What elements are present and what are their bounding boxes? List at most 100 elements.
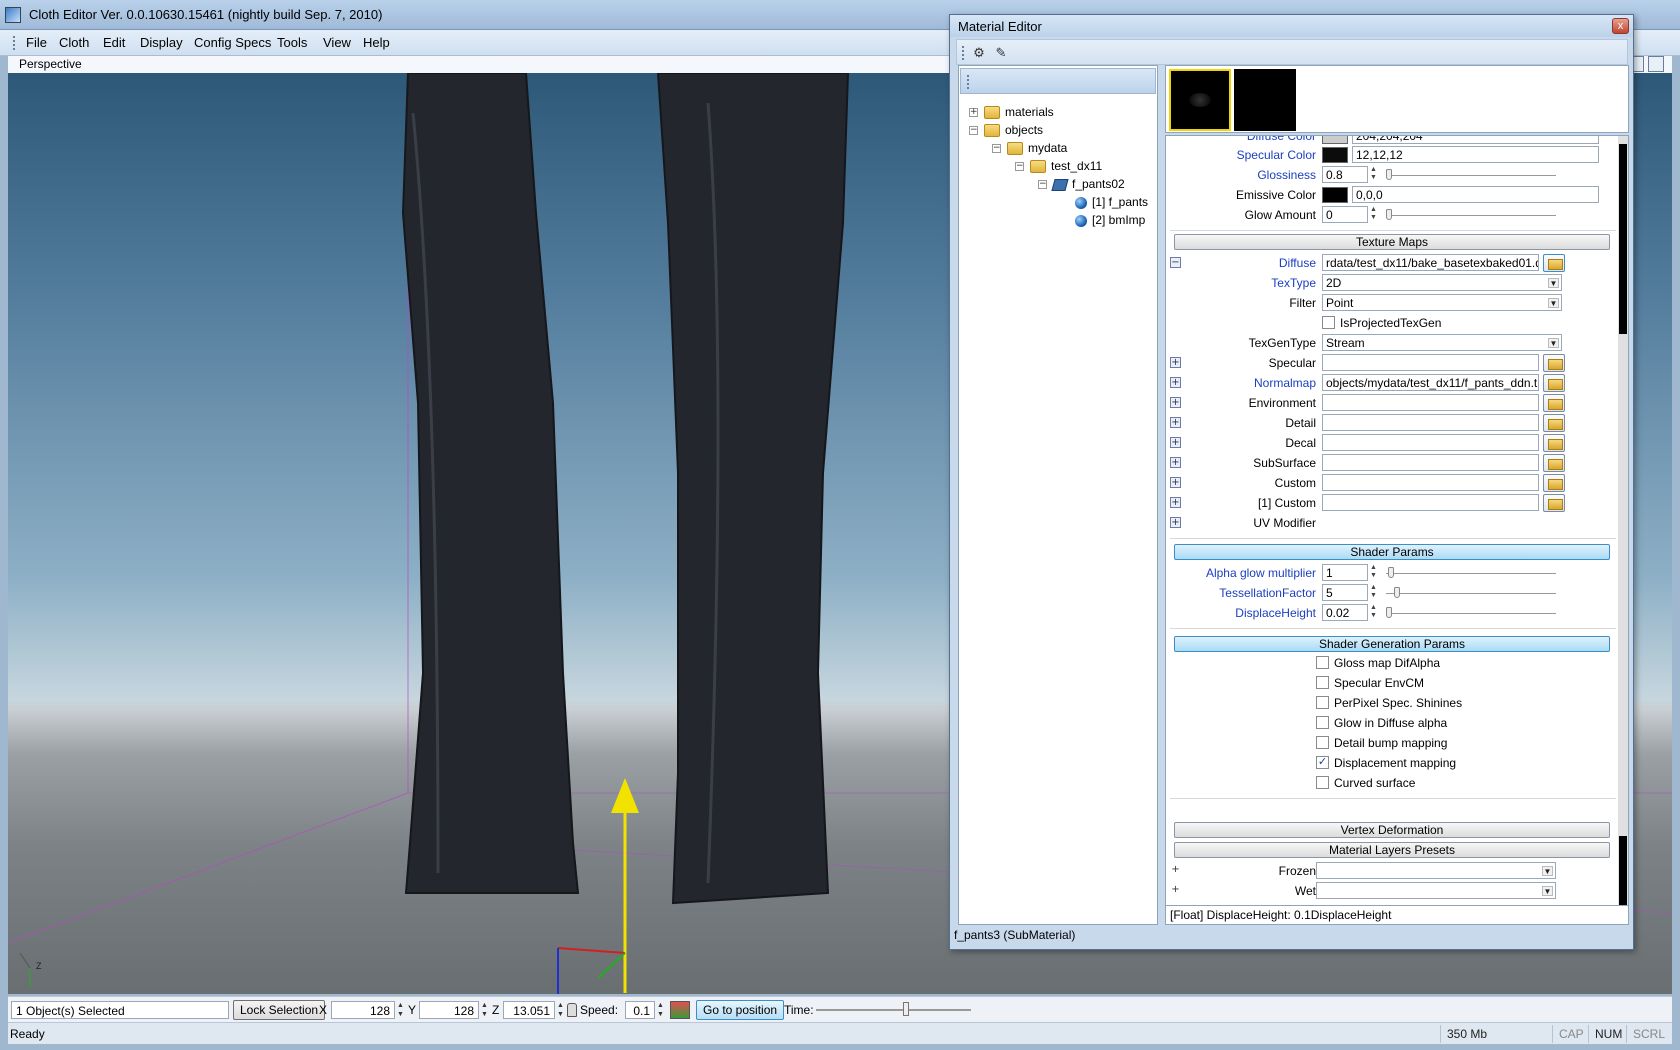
scrollbar-thumb[interactable]: [1619, 144, 1627, 334]
alpha-glow-spinner[interactable]: ▲ ▼: [1369, 564, 1378, 581]
properties-scrollbar[interactable]: [1618, 136, 1628, 919]
custom-browse-folder-icon[interactable]: [1543, 474, 1565, 492]
gizmo-y-axis[interactable]: [597, 952, 626, 979]
glossiness-field[interactable]: 0.8: [1322, 166, 1368, 183]
lock-icon[interactable]: [567, 1003, 577, 1017]
specular-color-value[interactable]: 12,12,12: [1352, 146, 1599, 163]
shader-params-header[interactable]: Shader Params: [1174, 544, 1610, 560]
displace-height-slider[interactable]: [1386, 613, 1556, 614]
toolbar-grip[interactable]: [962, 46, 964, 60]
y-spinner[interactable]: ▲ ▼: [480, 1001, 489, 1019]
diffuse-browse-folder-icon[interactable]: [1543, 254, 1565, 272]
perpixel-spec-checkbox[interactable]: [1316, 696, 1329, 709]
gizmo-x-axis[interactable]: [557, 947, 626, 954]
expand-icon[interactable]: +: [969, 108, 978, 118]
custom-map-path[interactable]: [1322, 474, 1539, 491]
tree-item-test-dx11[interactable]: − test_dx11: [1015, 158, 1102, 174]
environment-browse-folder-icon[interactable]: [1543, 394, 1565, 412]
go-to-position-button[interactable]: Go to position: [696, 1000, 785, 1020]
pick-material-icon[interactable]: ✎: [991, 43, 1011, 63]
subsurface-map-path[interactable]: [1322, 454, 1539, 471]
collapse-icon[interactable]: −: [992, 144, 1001, 154]
normalmap-path[interactable]: objects/mydata/test_dx11/f_pants_ddn.tif: [1322, 374, 1539, 391]
lock-selection-button[interactable]: Lock Selection: [233, 1000, 326, 1020]
frozen-dropdown[interactable]: ▼: [1316, 862, 1556, 879]
curved-surface-checkbox[interactable]: [1316, 776, 1329, 789]
textype-dropdown[interactable]: 2D ▼: [1322, 274, 1562, 291]
material-preview-thumbnail-selected[interactable]: [1169, 69, 1231, 131]
filter-dropdown[interactable]: Point ▼: [1322, 294, 1562, 311]
tree-item-materials[interactable]: + materials: [969, 104, 1054, 120]
chevron-down-icon[interactable]: ▼: [1548, 338, 1559, 348]
chevron-down-icon[interactable]: ▼: [1542, 866, 1553, 876]
specular-browse-folder-icon[interactable]: [1543, 354, 1565, 372]
alpha-glow-field[interactable]: 1: [1322, 564, 1368, 581]
collapse-icon[interactable]: −: [969, 126, 978, 136]
tree-grip[interactable]: [967, 75, 969, 89]
x-field[interactable]: 128: [331, 1001, 395, 1019]
menu-tools[interactable]: Tools: [277, 35, 307, 50]
wet-dropdown[interactable]: ▼: [1316, 882, 1556, 899]
glow-amount-field[interactable]: 0: [1322, 206, 1368, 223]
alpha-glow-slider-knob[interactable]: [1388, 567, 1394, 578]
time-slider-track[interactable]: [816, 1009, 971, 1011]
speed-field[interactable]: 0.1: [625, 1001, 655, 1019]
environment-map-path[interactable]: [1322, 394, 1539, 411]
texture-maps-header[interactable]: Texture Maps: [1174, 234, 1610, 250]
assign-material-icon[interactable]: ⚙: [969, 43, 989, 63]
tree-item-submaterial-2[interactable]: [2] bmImp: [1075, 212, 1145, 228]
custom1-map-path[interactable]: [1322, 494, 1539, 511]
specular-map-path[interactable]: [1322, 354, 1539, 371]
material-layers-presets-header[interactable]: Material Layers Presets: [1174, 842, 1610, 858]
normalmap-browse-folder-icon[interactable]: [1543, 374, 1565, 392]
glow-diffuse-alpha-checkbox[interactable]: [1316, 716, 1329, 729]
time-slider-knob[interactable]: [903, 1002, 909, 1016]
is-projected-checkbox[interactable]: [1322, 316, 1335, 329]
glow-amount-slider-knob[interactable]: [1386, 209, 1392, 220]
glossiness-slider[interactable]: [1386, 175, 1556, 176]
detail-bump-checkbox[interactable]: [1316, 736, 1329, 749]
diffuse-color-swatch[interactable]: [1322, 136, 1348, 144]
restore-view-icon[interactable]: [1648, 56, 1664, 72]
menu-file[interactable]: File: [26, 35, 47, 50]
gloss-map-difalpha-checkbox[interactable]: [1316, 656, 1329, 669]
menu-grip[interactable]: [13, 36, 16, 50]
chevron-down-icon[interactable]: ▼: [1548, 298, 1559, 308]
tree-item-mydata[interactable]: − mydata: [992, 140, 1067, 156]
alpha-glow-slider[interactable]: [1386, 573, 1556, 574]
tree-item-objects[interactable]: − objects: [969, 122, 1043, 138]
material-preview-thumbnail[interactable]: [1234, 69, 1296, 131]
speed-spinner[interactable]: ▲ ▼: [656, 1001, 665, 1019]
decal-map-path[interactable]: [1322, 434, 1539, 451]
material-editor-titlebar[interactable]: Material Editor x: [950, 15, 1633, 37]
specular-envcm-checkbox[interactable]: [1316, 676, 1329, 689]
menu-cloth[interactable]: Cloth: [59, 35, 89, 50]
terrain-icon[interactable]: [670, 1001, 690, 1019]
glossiness-spinner[interactable]: ▲ ▼: [1369, 166, 1378, 183]
viewport-name[interactable]: Perspective: [19, 57, 82, 71]
collapse-icon[interactable]: −: [1038, 180, 1047, 190]
scrollbar-thumb-lower[interactable]: [1619, 836, 1627, 911]
tree-item-f-pants02[interactable]: − f_pants02: [1038, 176, 1125, 192]
tessellation-field[interactable]: 5: [1322, 584, 1368, 601]
vertex-deformation-header[interactable]: Vertex Deformation: [1174, 822, 1610, 838]
diffuse-map-path[interactable]: rdata/test_dx11/bake_basetexbaked01.dds: [1322, 254, 1539, 271]
menu-config-specs[interactable]: Config Specs: [194, 35, 271, 50]
y-field[interactable]: 128: [419, 1001, 479, 1019]
menu-display[interactable]: Display: [140, 35, 183, 50]
texgentype-dropdown[interactable]: Stream ▼: [1322, 334, 1562, 351]
close-icon[interactable]: x: [1612, 18, 1629, 34]
glow-amount-spinner[interactable]: ▲ ▼: [1369, 206, 1378, 223]
displacement-mapping-checkbox[interactable]: ✓: [1316, 756, 1329, 769]
displace-height-spinner[interactable]: ▲ ▼: [1369, 604, 1378, 621]
subsurface-browse-folder-icon[interactable]: [1543, 454, 1565, 472]
diffuse-color-value[interactable]: 204,204,204: [1352, 136, 1599, 144]
specular-color-swatch[interactable]: [1322, 147, 1348, 163]
decal-browse-folder-icon[interactable]: [1543, 434, 1565, 452]
menu-view[interactable]: View: [323, 35, 351, 50]
tessellation-spinner[interactable]: ▲ ▼: [1369, 584, 1378, 601]
tessellation-slider-knob[interactable]: [1394, 587, 1400, 598]
menu-help[interactable]: Help: [363, 35, 390, 50]
glow-amount-slider[interactable]: [1386, 215, 1556, 216]
collapse-icon[interactable]: −: [1015, 162, 1024, 172]
